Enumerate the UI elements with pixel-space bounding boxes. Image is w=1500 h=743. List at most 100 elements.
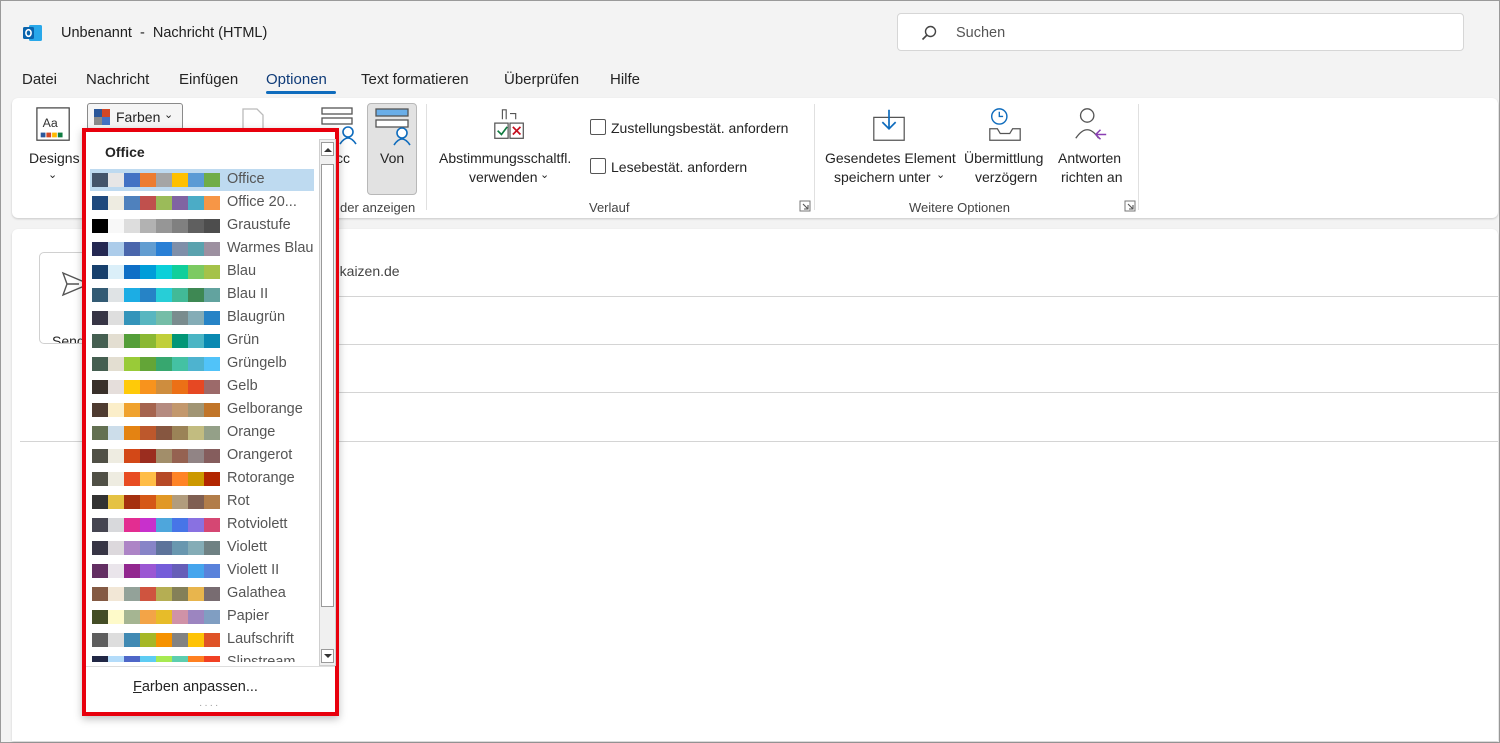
color-scheme-item[interactable]: Office xyxy=(90,169,314,191)
color-swatch xyxy=(108,288,124,302)
color-swatch xyxy=(156,265,172,279)
color-swatch xyxy=(156,288,172,302)
checkbox-box[interactable] xyxy=(590,158,606,174)
color-swatch xyxy=(156,518,172,532)
color-swatch xyxy=(156,242,172,256)
color-swatch xyxy=(172,449,188,463)
color-swatch xyxy=(204,219,220,233)
zustellung-checkbox[interactable]: Zustellungsbestät. anfordern xyxy=(590,118,810,138)
color-scheme-item[interactable]: Grüngelb xyxy=(90,353,314,375)
color-swatch xyxy=(124,564,140,578)
color-swatch xyxy=(204,495,220,509)
color-swatch xyxy=(140,265,156,279)
color-swatch xyxy=(92,472,108,486)
color-scheme-item[interactable]: Orangerot xyxy=(90,445,314,467)
color-scheme-item[interactable]: Papier xyxy=(90,606,314,628)
dropdown-scrollbar[interactable] xyxy=(319,139,336,666)
color-scheme-item[interactable]: Violett xyxy=(90,537,314,559)
chevron-down-icon xyxy=(324,654,332,658)
gesendetes-element-button[interactable]: Gesendetes Element speichern unter ⌄ xyxy=(822,104,957,190)
color-scheme-item[interactable]: Rotviolett xyxy=(90,514,314,536)
color-scheme-label: Blau II xyxy=(227,286,269,302)
color-scheme-item[interactable]: Office 20... xyxy=(90,192,314,214)
uebermittlung-label-line1: Übermittlung xyxy=(964,150,1044,166)
designs-button[interactable]: Aa Designs ⌄ xyxy=(28,104,80,190)
color-swatch xyxy=(172,587,188,601)
farben-button[interactable]: Farben ⌄ xyxy=(87,103,183,130)
color-scheme-item[interactable]: Galathea xyxy=(90,583,314,605)
tab-hilfe[interactable]: Hilfe xyxy=(610,71,640,88)
color-scheme-item[interactable]: Rotorange xyxy=(90,468,314,490)
color-swatch xyxy=(204,288,220,302)
color-scheme-label: Orange xyxy=(227,424,276,440)
send-label: Send xyxy=(52,333,85,344)
outlook-window: Unbenannt - Nachricht (HTML) Suchen Date… xyxy=(0,0,1500,743)
color-swatch xyxy=(124,380,140,394)
farben-anpassen-label: arben anpassen... xyxy=(141,679,258,695)
active-tab-indicator xyxy=(266,91,336,94)
color-swatches xyxy=(92,633,220,647)
color-swatch xyxy=(204,449,220,463)
color-swatch xyxy=(92,633,108,647)
color-swatch xyxy=(204,564,220,578)
antworten-richten-an-button[interactable]: Antworten richten an xyxy=(1054,104,1130,190)
tab-nachricht[interactable]: Nachricht xyxy=(86,71,149,88)
color-scheme-item[interactable]: Gelborange xyxy=(90,399,314,421)
color-scheme-item[interactable]: Orange xyxy=(90,422,314,444)
color-swatch xyxy=(124,518,140,532)
color-scheme-item[interactable]: Rot xyxy=(90,491,314,513)
dialog-launcher-icon[interactable] xyxy=(799,200,811,212)
lesebest-checkbox[interactable]: Lesebestät. anfordern xyxy=(590,157,810,177)
tab-optionen[interactable]: Optionen xyxy=(266,71,327,88)
color-scheme-label: Slipstream xyxy=(227,654,296,662)
tab-ueberpruefen[interactable]: Überprüfen xyxy=(504,71,579,88)
color-swatches xyxy=(92,587,220,601)
color-swatch xyxy=(140,219,156,233)
color-scheme-item[interactable]: Laufschrift xyxy=(90,629,314,651)
farben-anpassen-item[interactable]: Farben anpassen... xyxy=(133,679,258,695)
search-box[interactable]: Suchen xyxy=(897,13,1464,51)
color-scheme-item[interactable]: Blau II xyxy=(90,284,314,306)
color-scheme-label: Orangerot xyxy=(227,447,293,463)
resize-grip[interactable]: ···· xyxy=(199,700,220,711)
checkbox-box[interactable] xyxy=(590,119,606,135)
color-scheme-item[interactable]: Graustufe xyxy=(90,215,314,237)
color-swatch xyxy=(156,173,172,187)
color-scheme-item[interactable]: Warmes Blau xyxy=(90,238,314,260)
color-swatch xyxy=(108,173,124,187)
color-swatch xyxy=(124,265,140,279)
color-scheme-item[interactable]: Slipstream xyxy=(90,652,314,662)
color-scheme-item[interactable]: Violett II xyxy=(90,560,314,582)
abstimmung-button[interactable]: Abstimmungsschaltfl. verwenden ⌄ xyxy=(436,104,586,190)
color-swatches xyxy=(92,173,220,187)
color-swatch xyxy=(124,495,140,509)
color-scheme-item[interactable]: Grün xyxy=(90,330,314,352)
color-scheme-item[interactable]: Blaugrün xyxy=(90,307,314,329)
color-swatch xyxy=(156,495,172,509)
tab-einfuegen[interactable]: Einfügen xyxy=(179,71,238,88)
color-swatch xyxy=(204,334,220,348)
color-scheme-item[interactable]: Blau xyxy=(90,261,314,283)
uebermittlung-button[interactable]: Übermittlung verzögern xyxy=(960,104,1050,190)
color-swatch xyxy=(124,541,140,555)
color-swatch xyxy=(124,426,140,440)
von-button[interactable]: Von xyxy=(367,103,417,195)
color-scheme-item[interactable]: Gelb xyxy=(90,376,314,398)
color-scheme-label: Office 20... xyxy=(227,194,297,210)
color-swatches xyxy=(92,403,220,417)
scroll-up-button[interactable] xyxy=(321,142,334,156)
color-swatch xyxy=(108,265,124,279)
color-swatch xyxy=(140,357,156,371)
color-swatch xyxy=(172,656,188,662)
scroll-thumb[interactable] xyxy=(321,164,334,607)
color-swatch xyxy=(204,587,220,601)
color-swatch xyxy=(140,541,156,555)
color-swatch xyxy=(108,242,124,256)
color-swatch xyxy=(204,633,220,647)
dialog-launcher-icon[interactable] xyxy=(1124,200,1136,212)
color-swatch xyxy=(172,265,188,279)
tab-text-formatieren[interactable]: Text formatieren xyxy=(361,71,469,88)
tab-datei[interactable]: Datei xyxy=(22,71,57,88)
scroll-down-button[interactable] xyxy=(321,649,334,663)
color-swatch xyxy=(108,541,124,555)
